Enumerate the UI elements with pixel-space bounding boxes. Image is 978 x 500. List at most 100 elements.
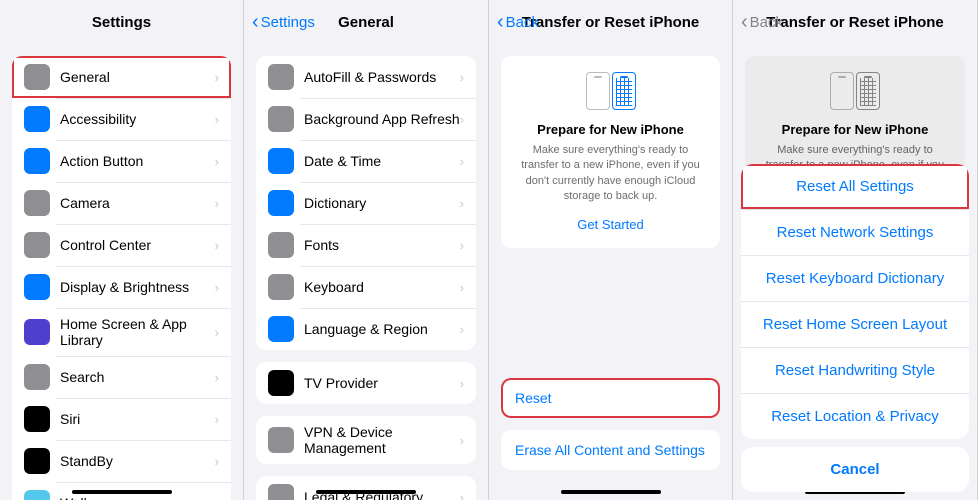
back-button[interactable]: ‹Settings xyxy=(252,12,315,32)
reset-option[interactable]: Reset Location & Privacy xyxy=(741,393,969,439)
back-button: ‹Back xyxy=(741,12,783,32)
row-icon xyxy=(24,106,50,132)
settings-row[interactable]: Action Button› xyxy=(12,140,231,182)
settings-row[interactable]: Display & Brightness› xyxy=(12,266,231,308)
settings-row[interactable]: Search› xyxy=(12,356,231,398)
home-indicator[interactable] xyxy=(316,490,416,494)
row-label: Search xyxy=(60,369,215,385)
row-icon xyxy=(268,64,294,90)
settings-row[interactable]: AutoFill & Passwords› xyxy=(256,56,476,98)
chevron-right-icon: › xyxy=(215,325,219,340)
row-icon xyxy=(268,316,294,342)
row-icon xyxy=(24,490,50,500)
chevron-right-icon: › xyxy=(460,154,464,169)
settings-row[interactable]: Dictionary› xyxy=(256,182,476,224)
settings-row[interactable]: TV Provider› xyxy=(256,362,476,404)
settings-row[interactable]: Siri› xyxy=(12,398,231,440)
general-group-2: TV Provider› xyxy=(256,362,476,404)
chevron-right-icon: › xyxy=(215,280,219,295)
row-icon xyxy=(24,148,50,174)
header: ‹Back Transfer or Reset iPhone xyxy=(489,0,732,44)
home-indicator[interactable] xyxy=(72,490,172,494)
page-title: Transfer or Reset iPhone xyxy=(522,14,700,31)
settings-body: General›Accessibility›Action Button›Came… xyxy=(0,44,243,500)
chevron-right-icon: › xyxy=(460,70,464,85)
row-icon xyxy=(24,274,50,300)
settings-row[interactable]: VPN & Device Management› xyxy=(256,416,476,464)
reset-sheet-panel: ‹Back Transfer or Reset iPhone Prepare f… xyxy=(733,0,978,500)
row-label: Fonts xyxy=(304,237,460,253)
settings-row[interactable]: Accessibility› xyxy=(12,98,231,140)
row-icon xyxy=(24,190,50,216)
settings-row[interactable]: Legal & Regulatory› xyxy=(256,476,476,500)
reset-option[interactable]: Reset Handwriting Style xyxy=(741,347,969,393)
card-title: Prepare for New iPhone xyxy=(759,122,951,137)
chevron-right-icon: › xyxy=(460,196,464,211)
chevron-right-icon: › xyxy=(460,433,464,448)
card-title: Prepare for New iPhone xyxy=(515,122,706,137)
row-icon xyxy=(268,190,294,216)
chevron-right-icon: › xyxy=(215,154,219,169)
row-icon xyxy=(268,232,294,258)
row-icon xyxy=(268,148,294,174)
settings-group-1: General›Accessibility›Action Button›Came… xyxy=(12,56,231,500)
chevron-right-icon: › xyxy=(215,496,219,500)
get-started-button[interactable]: Get Started xyxy=(515,217,706,232)
settings-row[interactable]: Camera› xyxy=(12,182,231,224)
settings-row[interactable]: Date & Time› xyxy=(256,140,476,182)
reset-option[interactable]: Reset Keyboard Dictionary xyxy=(741,255,969,301)
header: ‹Back Transfer or Reset iPhone xyxy=(733,0,977,44)
row-icon xyxy=(268,484,294,500)
row-label: VPN & Device Management xyxy=(304,424,460,456)
row-label: Action Button xyxy=(60,153,215,169)
chevron-right-icon: › xyxy=(460,322,464,337)
header: ‹Settings General xyxy=(244,0,488,44)
settings-row[interactable]: Language & Region› xyxy=(256,308,476,350)
reset-option[interactable]: Reset Home Screen Layout xyxy=(741,301,969,347)
page-title: General xyxy=(338,14,394,31)
row-icon xyxy=(24,319,50,345)
settings-row[interactable]: StandBy› xyxy=(12,440,231,482)
chevron-right-icon: › xyxy=(460,112,464,127)
general-group-3: VPN & Device Management› xyxy=(256,416,476,464)
iphone-transfer-icon xyxy=(515,72,706,110)
reset-option[interactable]: Reset Network Settings xyxy=(741,209,969,255)
chevron-left-icon: ‹ xyxy=(497,12,504,32)
chevron-right-icon: › xyxy=(215,370,219,385)
row-icon xyxy=(24,232,50,258)
settings-row[interactable]: Home Screen & App Library› xyxy=(12,308,231,356)
row-label: Language & Region xyxy=(304,321,460,337)
reset-row[interactable]: Reset xyxy=(501,378,720,418)
row-icon xyxy=(24,406,50,432)
chevron-right-icon: › xyxy=(215,412,219,427)
settings-row[interactable]: Keyboard› xyxy=(256,266,476,308)
chevron-right-icon: › xyxy=(215,196,219,211)
settings-row[interactable]: General› xyxy=(12,56,231,98)
row-label: Dictionary xyxy=(304,195,460,211)
home-indicator[interactable] xyxy=(561,490,661,494)
row-label: Camera xyxy=(60,195,215,211)
settings-row[interactable]: Fonts› xyxy=(256,224,476,266)
row-label: Background App Refresh xyxy=(304,111,460,127)
row-label: AutoFill & Passwords xyxy=(304,69,460,85)
back-button[interactable]: ‹Back xyxy=(497,12,539,32)
settings-panel: Settings General›Accessibility›Action Bu… xyxy=(0,0,244,500)
cancel-button[interactable]: Cancel xyxy=(741,447,969,492)
row-label: Accessibility xyxy=(60,111,215,127)
chevron-left-icon: ‹ xyxy=(252,12,259,32)
general-body: AutoFill & Passwords›Background App Refr… xyxy=(244,44,488,500)
action-sheet-group: Reset All SettingsReset Network Settings… xyxy=(741,164,969,439)
row-icon xyxy=(24,364,50,390)
erase-row[interactable]: Erase All Content and Settings xyxy=(501,430,720,470)
chevron-right-icon: › xyxy=(460,490,464,500)
chevron-right-icon: › xyxy=(215,112,219,127)
general-panel: ‹Settings General AutoFill & Passwords›B… xyxy=(244,0,489,500)
row-label: Home Screen & App Library xyxy=(60,316,215,348)
settings-row[interactable]: Control Center› xyxy=(12,224,231,266)
row-label: Siri xyxy=(60,411,215,427)
chevron-right-icon: › xyxy=(215,70,219,85)
settings-row[interactable]: Background App Refresh› xyxy=(256,98,476,140)
card-subtitle: Make sure everything's ready to transfer… xyxy=(515,143,706,205)
reset-option[interactable]: Reset All Settings xyxy=(741,164,969,209)
row-label: StandBy xyxy=(60,453,215,469)
